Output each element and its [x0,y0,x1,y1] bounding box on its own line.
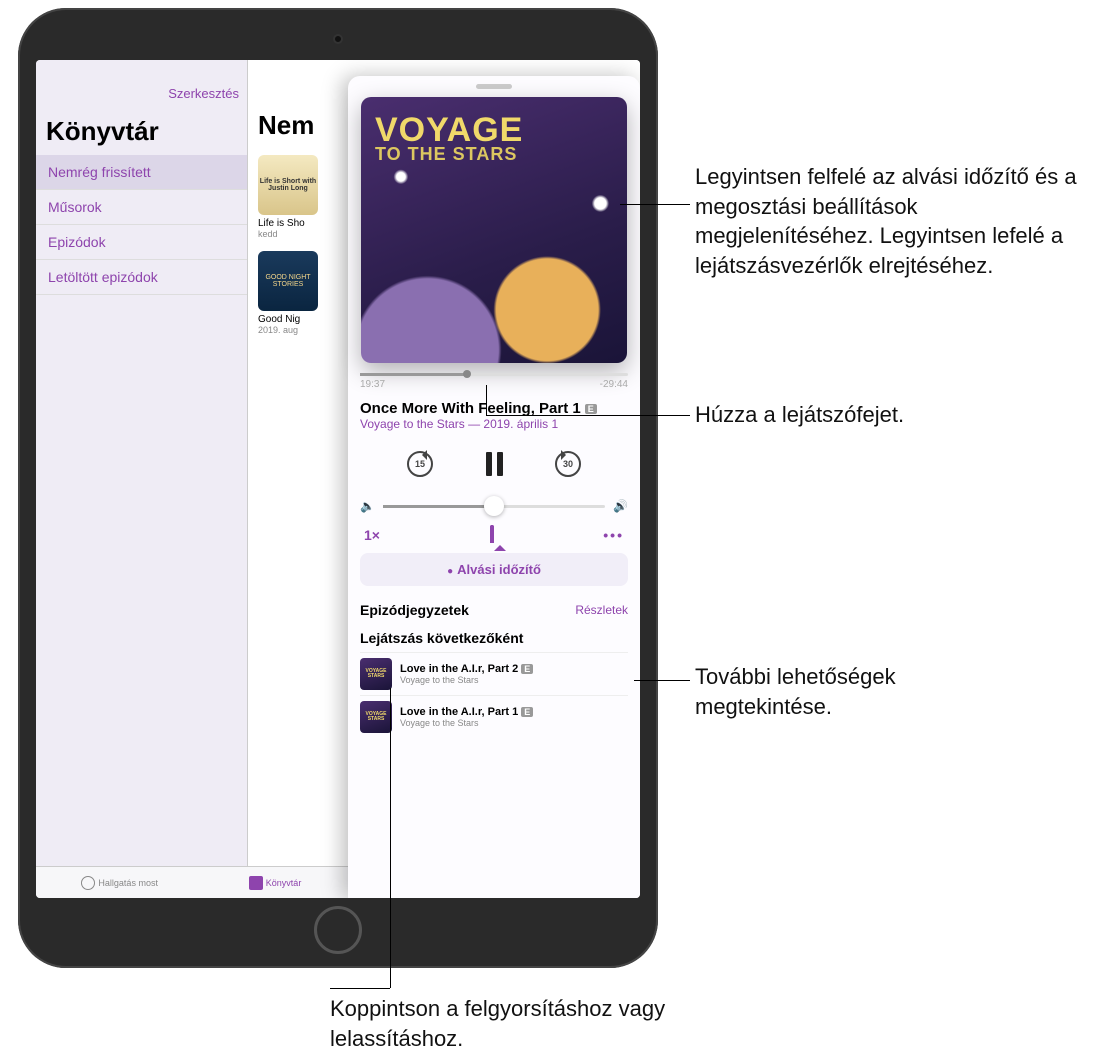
queue-artwork: VOYAGE STARS [360,658,392,690]
sidebar-item-shows[interactable]: Műsorok [36,190,247,225]
explicit-badge: E [521,707,533,717]
podcast-artwork: Life is Short with Justin Long [258,155,318,215]
pause-button[interactable] [479,449,509,479]
play-icon [81,876,95,890]
scrubber[interactable]: 19:37 -29:44 [360,373,628,390]
queue-title: Love in the A.I.r, Part 1 [400,706,518,718]
explicit-badge: E [521,664,533,674]
podcast-tile[interactable]: Life is Short with Justin Long Life is S… [258,155,333,239]
scrub-progress [360,373,467,376]
queue-subtitle: Voyage to the Stars [400,718,628,728]
podcast-subtitle: kedd [258,229,333,239]
callout-leader [390,688,391,988]
queue-artwork: VOYAGE STARS [360,701,392,733]
callout-leader [620,204,690,205]
camera-dot [333,34,343,44]
playhead[interactable] [463,370,471,378]
skip-back-button[interactable]: 15 [405,449,435,479]
volume-low-icon: 🔈 [360,499,375,513]
episode-notes-heading: Epizódjegyzetek [360,602,469,618]
callout-speed: Koppintson a felgyorsításhoz vagy lelass… [330,994,750,1053]
sidebar-item-downloaded[interactable]: Letöltött epizódok [36,260,247,295]
home-button[interactable] [314,906,362,954]
volume-track[interactable] [383,505,605,508]
more-options-button[interactable]: ••• [603,527,624,543]
library-icon [249,876,263,890]
tab-library[interactable]: Könyvtár [249,876,302,890]
time-remaining: -29:44 [600,379,628,390]
sleep-timer-button[interactable]: Alvási időzítő [360,553,628,586]
time-elapsed: 19:37 [360,379,385,390]
callout-more: További lehetőségek megtekintése. [695,662,1005,721]
airplay-icon [490,525,494,543]
episode-subtitle[interactable]: Voyage to the Stars — 2019. április 1 [360,417,628,431]
scrub-track[interactable] [360,373,628,376]
volume-slider[interactable]: 🔈 🔊 [360,499,628,513]
up-next-heading: Lejátszás következőként [360,630,523,646]
album-artwork[interactable]: VOYAGETO THE STARS [361,97,627,363]
skip-forward-icon: 30 [555,451,581,477]
queue-title: Love in the A.I.r, Part 2 [400,663,518,675]
ipad-device-frame: 9:41 szept. 10. K ◖ 100% Szerkesztés Kön… [18,8,658,968]
podcast-tile[interactable]: GOOD NIGHT STORIES Good Nig 2019. aug [258,251,333,335]
queue-subtitle: Voyage to the Stars [400,675,628,685]
tab-listen-now[interactable]: Hallgatás most [81,876,158,890]
skip-back-icon: 15 [407,451,433,477]
sidebar-item-recent[interactable]: Nemrég frissített [36,155,247,190]
podcast-title: Good Nig [258,314,333,325]
playback-speed-button[interactable]: 1× [364,527,380,543]
screen: 9:41 szept. 10. K ◖ 100% Szerkesztés Kön… [36,60,640,898]
airplay-button[interactable] [490,527,494,543]
callout-leader [486,385,487,415]
podcast-title: Life is Sho [258,218,333,229]
sidebar-title: Könyvtár [36,60,247,155]
pause-icon [486,452,503,476]
podcast-artwork: GOOD NIGHT STORIES [258,251,318,311]
playback-controls: 15 30 [360,449,628,479]
callout-swipe: Legyintsen felfelé az alvási időzítő és … [695,162,1085,281]
volume-high-icon: 🔊 [613,499,628,513]
skip-forward-button[interactable]: 30 [553,449,583,479]
volume-knob[interactable] [484,496,504,516]
sidebar-item-episodes[interactable]: Epizódok [36,225,247,260]
explicit-badge: E [585,404,597,414]
now-playing-panel[interactable]: VOYAGETO THE STARS 19:37 -29:44 Once Mor… [348,76,640,898]
edit-button[interactable]: Szerkesztés [168,86,239,101]
callout-playhead: Húzza a lejátszófejet. [695,400,904,430]
grabber-handle[interactable] [476,84,512,89]
callout-leader [486,415,690,416]
queue-item[interactable]: VOYAGE STARS Love in the A.I.r, Part 1E … [360,695,628,738]
moon-icon [447,562,457,577]
callout-leader [330,988,390,989]
details-link[interactable]: Részletek [575,603,628,617]
queue-item[interactable]: VOYAGE STARS Love in the A.I.r, Part 2E … [360,652,628,695]
sidebar: Szerkesztés Könyvtár Nemrég frissített M… [36,60,248,898]
callout-leader [634,680,690,681]
podcast-subtitle: 2019. aug [258,325,333,335]
